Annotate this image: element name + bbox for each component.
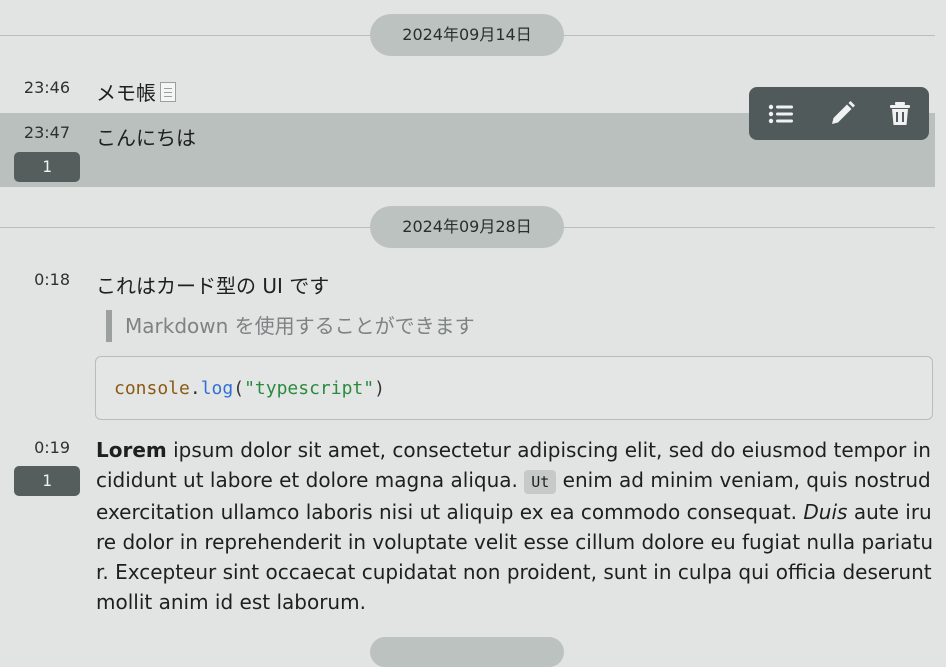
list-icon [768, 104, 793, 124]
code-string: "typescript" [244, 378, 375, 399]
code-function: log [200, 378, 234, 399]
reply-count-badge[interactable]: 1 [14, 466, 80, 496]
delete-button[interactable] [882, 96, 918, 132]
message-text-content: メモ帳 [96, 81, 156, 105]
blockquote: Markdown を使用することができます [106, 310, 475, 342]
code-paren-open: ( [233, 378, 245, 399]
date-label: 2024年09月14日 [370, 14, 564, 56]
trash-icon [890, 102, 910, 125]
message-paragraph: Lorem ipsum dolor sit amet, consectetur … [96, 435, 934, 617]
date-label: 2024年09月28日 [370, 206, 564, 248]
message-time: 23:47 [23, 123, 70, 142]
inline-code: Ut [524, 470, 557, 494]
date-label-partial [370, 637, 564, 667]
message-text: こんにちは [96, 126, 196, 150]
code-object: console [114, 378, 190, 399]
memo-icon [160, 82, 176, 102]
list-button[interactable] [763, 96, 799, 132]
date-separator: 2024年09月14日 [0, 14, 935, 56]
code-dot: . [189, 378, 201, 399]
message-action-toolbar [749, 87, 929, 140]
message-text: これはカード型の UI です [96, 274, 330, 298]
message-time: 23:46 [23, 78, 70, 97]
message-time: 0:19 [34, 438, 70, 457]
bold-text: Lorem [96, 438, 167, 462]
code-paren-close: ) [374, 378, 385, 399]
message-time: 0:18 [34, 270, 70, 289]
pencil-icon [832, 101, 855, 124]
edit-button[interactable] [824, 96, 860, 132]
italic-text: Duis [803, 500, 848, 524]
reply-count-badge[interactable]: 1 [14, 152, 80, 182]
date-separator: 2024年09月28日 [0, 206, 935, 248]
code-block: console.log("typescript") [95, 356, 933, 420]
message-text: メモ帳 [96, 77, 176, 106]
